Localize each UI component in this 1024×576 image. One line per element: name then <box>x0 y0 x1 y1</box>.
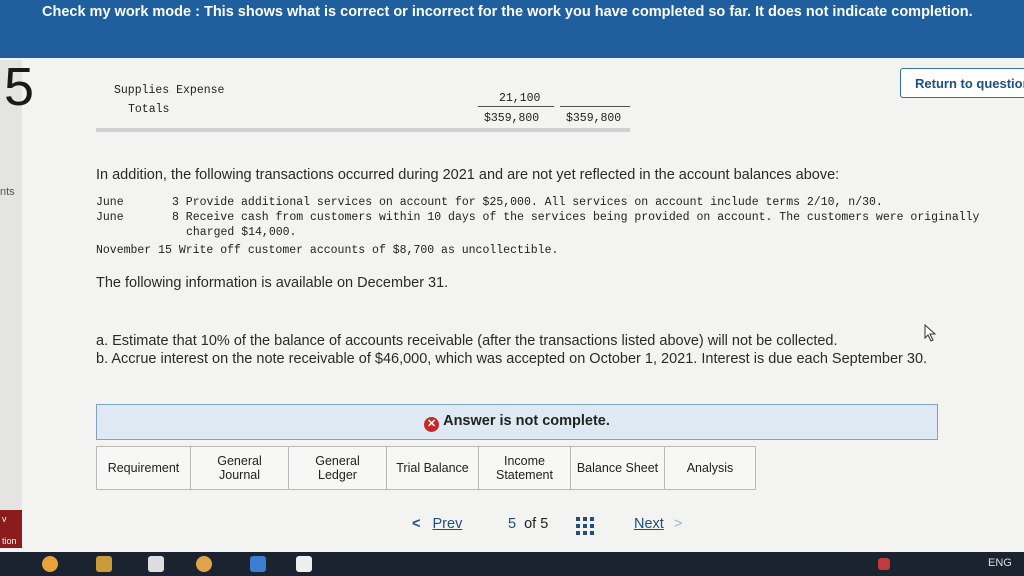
tab-label: Journal <box>219 468 260 482</box>
next-button[interactable]: Next > <box>634 516 682 532</box>
tab-general-ledger[interactable]: General Ledger <box>288 446 386 490</box>
return-to-question-button[interactable]: Return to question <box>900 68 1024 98</box>
page-of-label: of 5 <box>524 516 549 532</box>
answer-status-bar: ✕ Answer is not complete. <box>96 404 938 440</box>
grid-menu-icon[interactable] <box>576 517 594 535</box>
chevron-left-icon: < <box>412 516 421 532</box>
tab-label: General <box>315 454 360 468</box>
info-heading: The following information is available o… <box>96 275 449 291</box>
tab-label: Balance Sheet <box>576 461 659 475</box>
folder-icon[interactable] <box>96 556 112 572</box>
prev-label: Prev <box>432 516 463 532</box>
left-sidebar-strip <box>0 60 22 540</box>
totals-label: Totals <box>128 103 170 116</box>
cursor-icon <box>924 324 937 342</box>
tab-label: Requirement <box>107 461 180 475</box>
points-label: nts <box>0 186 15 198</box>
store-icon[interactable] <box>148 556 164 572</box>
tab-analysis[interactable]: Analysis <box>664 446 756 490</box>
question-number: 5 <box>4 57 35 117</box>
transaction-1-text: 3 Provide additional services on account… <box>172 196 883 209</box>
tab-requirement[interactable]: Requirement <box>96 446 190 490</box>
check-mode-banner: Check my work mode : This shows what is … <box>0 0 1024 58</box>
intro-paragraph: In addition, the following transactions … <box>96 167 840 183</box>
item-b: b. Accrue interest on the note receivabl… <box>96 351 928 367</box>
debit-total: $359,800 <box>484 112 540 125</box>
language-indicator[interactable]: ENG <box>988 557 1012 569</box>
current-page: 5 <box>508 516 517 532</box>
subtotal-line-credit <box>560 106 630 107</box>
tab-label: Analysis <box>686 461 734 475</box>
app-icon-3[interactable] <box>296 556 312 572</box>
os-taskbar: ENG <box>0 552 1024 576</box>
browser-icon[interactable] <box>42 556 58 572</box>
tab-label: General <box>217 454 262 468</box>
supplies-expense-label: Supplies Expense <box>114 84 225 97</box>
subtotal-line-debit <box>478 106 554 107</box>
transaction-1-month: June <box>96 196 124 209</box>
double-rule <box>96 128 630 132</box>
answer-status-text: Answer is not complete. <box>443 413 610 429</box>
chevron-right-icon: > <box>673 516 683 532</box>
tab-income-statement[interactable]: Income Statement <box>478 446 570 490</box>
banner-text: Check my work mode : This shows what is … <box>42 4 973 20</box>
app-icon-2[interactable] <box>250 556 266 572</box>
left-sidebar-red-tab[interactable]: v tion <box>0 510 22 548</box>
error-x-icon: ✕ <box>424 417 440 432</box>
transaction-3-text: November 15 Write off customer accounts … <box>96 244 559 257</box>
notification-icon[interactable] <box>878 558 890 570</box>
tab-balance-sheet[interactable]: Balance Sheet <box>570 446 664 490</box>
page-indicator: 5 of 5 <box>508 516 548 532</box>
transaction-2-month: June <box>96 211 124 224</box>
credit-total: $359,800 <box>566 112 622 125</box>
transaction-2-continued: charged $14,000. <box>186 226 297 239</box>
supplies-expense-amount: 21,100 <box>499 92 541 105</box>
requirement-tabs: Requirement General Journal General Ledger… <box>96 446 756 490</box>
prev-button[interactable]: < Prev <box>412 516 462 532</box>
next-label: Next <box>634 516 664 532</box>
tab-trial-balance[interactable]: Trial Balance <box>386 446 478 490</box>
tab-label: Ledger <box>318 468 357 482</box>
item-a: a. Estimate that 10% of the balance of a… <box>96 333 838 349</box>
tab-label: Income <box>504 454 545 468</box>
left-red-label: tion <box>2 536 17 546</box>
tab-label: Statement <box>496 468 553 482</box>
chevron-icon: v <box>2 514 7 524</box>
app-icon[interactable] <box>196 556 212 572</box>
transaction-2-text: 8 Receive cash from customers within 10 … <box>172 211 980 224</box>
tab-label: Trial Balance <box>396 461 469 475</box>
tab-general-journal[interactable]: General Journal <box>190 446 288 490</box>
